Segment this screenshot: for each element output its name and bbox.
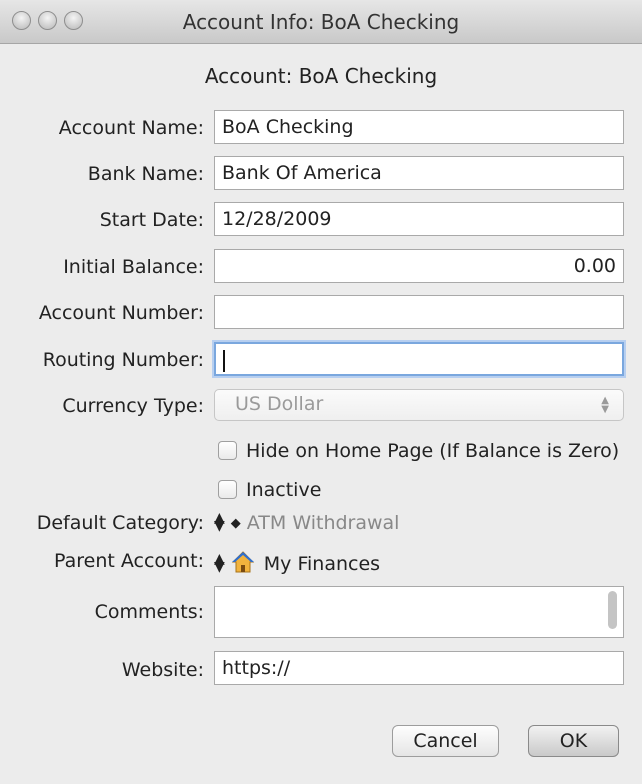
hide-on-home-label: Hide on Home Page (If Balance is Zero) (246, 440, 620, 462)
up-down-arrows-icon: ▲ ▼ (601, 395, 609, 415)
account-number-field[interactable] (214, 295, 624, 329)
initial-balance-label: Initial Balance: (63, 256, 204, 278)
currency-type-value: US Dollar (235, 393, 324, 415)
bank-name-label: Bank Name: (87, 163, 204, 185)
start-date-field[interactable]: 12/28/2009 (214, 202, 624, 236)
account-name-label: Account Name: (58, 117, 204, 139)
routing-number-field[interactable] (214, 342, 624, 376)
default-category-label: Default Category: (36, 512, 204, 534)
website-label: Website: (121, 659, 204, 681)
diamond-icon: ◆ (230, 516, 241, 531)
inactive-checkbox-row[interactable]: Inactive (218, 479, 321, 501)
comments-label: Comments: (94, 601, 204, 623)
initial-balance-field[interactable]: 0.00 (214, 249, 624, 283)
account-number-label: Account Number: (38, 302, 204, 324)
start-date-label: Start Date: (99, 209, 204, 231)
cancel-button[interactable]: Cancel (392, 725, 499, 757)
default-category-popup[interactable]: ▲ ▼ ◆ ATM Withdrawal (214, 510, 400, 534)
account-heading: Account: BoA Checking (204, 64, 438, 88)
parent-account-popup[interactable]: ▲ ▼ My Finances (214, 550, 380, 579)
routing-number-label: Routing Number: (42, 349, 204, 371)
parent-account-label: Parent Account: (54, 550, 204, 572)
default-category-value: ATM Withdrawal (246, 512, 400, 534)
text-caret (223, 349, 225, 372)
title-bar[interactable]: Account Info: BoA Checking (0, 0, 642, 44)
ok-button[interactable]: OK (528, 725, 619, 757)
website-field[interactable]: https:// (214, 651, 624, 685)
up-down-arrows-icon: ▲ ▼ (214, 551, 225, 575)
currency-type-label: Currency Type: (62, 395, 204, 417)
parent-account-value: My Finances (263, 553, 381, 575)
window-title: Account Info: BoA Checking (182, 10, 460, 34)
account-info-window: Account Info: BoA Checking Account: BoA … (0, 0, 642, 784)
inactive-checkbox[interactable] (218, 480, 237, 499)
comments-textarea[interactable] (214, 586, 624, 638)
bank-name-field[interactable]: Bank Of America (214, 156, 624, 190)
hide-on-home-checkbox-row[interactable]: Hide on Home Page (If Balance is Zero) (218, 440, 619, 462)
inactive-label: Inactive (246, 479, 322, 501)
account-name-field[interactable]: BoA Checking (214, 110, 624, 144)
hide-on-home-checkbox[interactable] (218, 441, 237, 460)
currency-type-select[interactable]: US Dollar ▲ ▼ (214, 389, 624, 421)
comments-scrollbar[interactable] (608, 591, 617, 629)
up-down-arrows-icon: ▲ ▼ (214, 510, 225, 534)
house-icon (231, 550, 255, 579)
